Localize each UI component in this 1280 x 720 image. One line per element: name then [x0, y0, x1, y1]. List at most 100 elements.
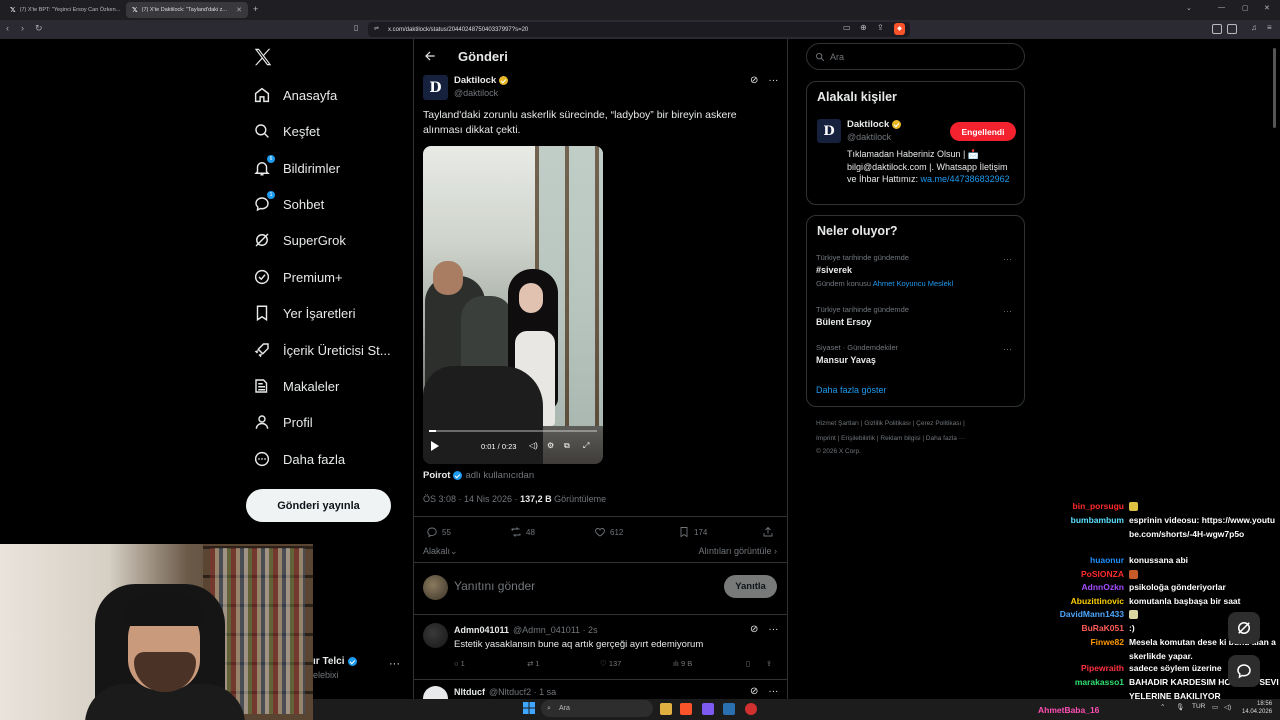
comment-author[interactable]: Nltducf @Nltducf2 · 1 sa	[454, 687, 556, 697]
view-quotes-link[interactable]: Alıntıları görüntüle ›	[698, 546, 777, 556]
discord-icon[interactable]	[702, 703, 714, 715]
related-person-avatar[interactable]: D	[817, 119, 841, 143]
media-icon[interactable]: ♫	[1251, 23, 1257, 32]
bookmark-icon[interactable]: ▯	[746, 659, 750, 668]
steam-icon[interactable]	[723, 703, 735, 715]
bookmark-action[interactable]: 174	[678, 526, 707, 538]
minimize-icon[interactable]: —	[1218, 4, 1225, 11]
zoom-icon[interactable]: ⊕	[860, 23, 867, 32]
grok-float-button[interactable]	[1228, 612, 1260, 644]
page-scrollbar[interactable]	[1273, 48, 1276, 128]
more-options-icon[interactable]: ···	[768, 624, 778, 635]
chat-username[interactable]: marakasso1	[1075, 676, 1124, 690]
grok-icon[interactable]: ⊘	[750, 624, 758, 635]
close-window-icon[interactable]: ✕	[1264, 4, 1270, 12]
comment-avatar[interactable]	[423, 623, 448, 648]
video-progress-bar[interactable]	[429, 430, 597, 432]
x-home-logo-icon[interactable]	[252, 46, 274, 68]
post-button[interactable]: Gönderi yayınla	[246, 489, 391, 522]
menu-icon[interactable]: ≡	[1267, 23, 1272, 32]
microphone-icon[interactable]: 🎙	[1176, 703, 1184, 711]
credit-user[interactable]: Poirot	[423, 470, 450, 481]
comment-like[interactable]: ♡ 137	[600, 659, 621, 668]
repost-action[interactable]: 48	[510, 526, 535, 538]
obs-icon[interactable]	[745, 703, 757, 715]
back-icon[interactable]: ‹	[6, 23, 9, 33]
search-input[interactable]: Ara	[806, 43, 1025, 70]
chat-username[interactable]: Finwe82	[1090, 636, 1124, 650]
more-options-icon[interactable]: ···	[389, 658, 400, 670]
network-icon[interactable]: ▭	[1212, 703, 1218, 711]
reply-action[interactable]: 55	[426, 526, 451, 538]
taskbar-clock[interactable]: 18:56 14.04.2026	[1242, 700, 1272, 716]
chat-username[interactable]: AdnnOzkn	[1082, 581, 1125, 595]
fullscreen-icon[interactable]: ⤢	[583, 441, 589, 451]
tray-chevron-icon[interactable]: ⌃	[1160, 703, 1165, 711]
share-icon[interactable]: ⇪	[766, 659, 772, 668]
comment-reply[interactable]: ○ 1	[454, 659, 465, 668]
maximize-icon[interactable]: ▢	[1242, 4, 1249, 12]
like-action[interactable]: 612	[594, 526, 623, 538]
site-info-icon[interactable]: ⇌	[374, 25, 379, 32]
nav-item[interactable]: Keşfet	[253, 120, 320, 142]
close-tab-icon[interactable]: ✕	[236, 6, 242, 14]
account-name[interactable]: ır Telci	[313, 656, 357, 667]
nav-item[interactable]: 6 Bildirimler	[253, 155, 340, 179]
chat-username[interactable]: BuRaK051	[1081, 622, 1124, 636]
more-options-icon[interactable]: ···	[1003, 344, 1012, 354]
taskbar-search[interactable]: ⌕ Ara	[541, 700, 653, 717]
new-tab-icon[interactable]: +	[253, 4, 258, 14]
address-bar[interactable]: x.com/daktilock/status/20440248750403379…	[368, 22, 910, 37]
volume-icon[interactable]: ◁)	[1224, 703, 1231, 711]
keyboard-language[interactable]: TUR	[1192, 703, 1205, 710]
author-name[interactable]: Daktilock	[454, 75, 509, 86]
reload-icon[interactable]: ↻	[35, 23, 43, 34]
grok-icon[interactable]: ⊘	[750, 686, 758, 697]
comment-repost[interactable]: ⇄ 1	[527, 659, 540, 668]
trend-name[interactable]: Mansur Yavaş	[816, 355, 876, 365]
nav-item[interactable]: Premium+	[253, 266, 343, 288]
comment-author[interactable]: Admn041011 @Admn_041011 · 2s	[454, 625, 598, 635]
trend-name[interactable]: #siverek	[816, 265, 852, 275]
trend-name[interactable]: Bülent Ersoy	[816, 317, 872, 327]
nav-item[interactable]: Daha fazla	[253, 448, 345, 470]
more-options-icon[interactable]: ···	[1003, 254, 1012, 264]
chat-username[interactable]: Pipewraith	[1081, 662, 1124, 676]
grok-icon[interactable]: ⊘	[750, 75, 758, 86]
show-more-link[interactable]: Daha fazla göster	[816, 385, 887, 395]
video-player[interactable]: 0:01 / 0:23 ◁) ⚙ ⧉ ⤢	[423, 146, 603, 464]
reply-button[interactable]: Yanıtla	[724, 575, 777, 598]
play-icon[interactable]	[431, 441, 439, 451]
back-arrow-icon[interactable]	[423, 49, 437, 63]
nav-item[interactable]: 1 Sohbet	[253, 191, 324, 215]
comment-views[interactable]: ılı 9 B	[673, 659, 692, 668]
author-avatar[interactable]: D	[423, 75, 448, 100]
chat-username[interactable]: bumbambum	[1071, 514, 1124, 528]
user-avatar[interactable]	[423, 575, 448, 600]
share-action[interactable]	[762, 526, 774, 538]
screen-icon[interactable]: ▭	[843, 23, 851, 32]
messages-float-button[interactable]	[1228, 655, 1260, 687]
nav-item[interactable]: Anasayfa	[253, 84, 337, 106]
chat-username[interactable]: Abuzittinovic	[1071, 595, 1124, 609]
browser-tab[interactable]: 𝕏 (7) X'te BPT: "Yeşinci Ersoy Can Özken…	[4, 2, 122, 18]
author-handle[interactable]: @daktilock	[454, 88, 498, 98]
related-person-name[interactable]: Daktilock	[847, 119, 902, 130]
related-dropdown[interactable]: Alakalı⌄	[423, 546, 458, 556]
nav-item[interactable]: SuperGrok	[253, 229, 346, 251]
forward-icon[interactable]: ›	[21, 23, 24, 33]
trend-sub-link[interactable]: Ahmet Koyuncu Meslekl	[873, 279, 953, 288]
chat-username[interactable]: PoSIONZA	[1081, 568, 1124, 582]
nav-item[interactable]: Makaleler	[253, 375, 339, 397]
tab-list-icon[interactable]: ⌄	[1186, 4, 1192, 12]
nav-item[interactable]: Yer İşaretleri	[253, 302, 356, 324]
share-icon[interactable]: ⇪	[877, 23, 884, 32]
nav-item[interactable]: Profil	[253, 411, 313, 433]
browser-tab-active[interactable]: 𝕏 (7) X'te Daktilock: "Tayland'daki z...…	[126, 2, 248, 18]
more-options-icon[interactable]: ···	[768, 75, 778, 86]
chat-username[interactable]: DavidMann1433	[1060, 608, 1124, 622]
footer-links[interactable]: Imprint | Erişilebilirlik | Reklam bilgi…	[816, 435, 965, 442]
bio-link[interactable]: wa.me/447386832962	[921, 174, 1010, 184]
brave-shield-icon[interactable]: ◆	[894, 23, 905, 35]
nav-item[interactable]: İçerik Üreticisi St...	[253, 339, 391, 361]
